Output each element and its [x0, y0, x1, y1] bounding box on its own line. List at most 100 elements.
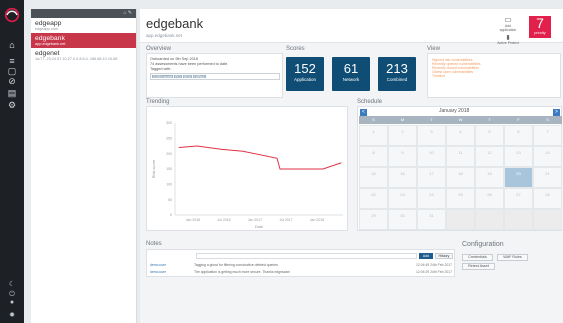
calendar-day-cell[interactable]: 10	[417, 146, 446, 167]
trend-point	[196, 145, 198, 147]
calendar-day-cell[interactable]: 17	[417, 167, 446, 188]
note-text: The application is getting much more sec…	[194, 270, 291, 274]
app-item-edgebank[interactable]: edgebank app.edgebank.net	[31, 33, 136, 48]
user-icon[interactable]: ●	[6, 299, 18, 307]
trending-chart: 0 50 100 150 200 250 300 Jan 2016 Jul 2016 Jan 20…	[151, 121, 343, 229]
app-item-edgenet[interactable]: edgenet 1a:77, 23.24.57.10.27.0.0.8.6.4,…	[31, 48, 136, 63]
combined-score: 213 Combined	[378, 57, 416, 91]
calendar-day-cell[interactable]: 26	[475, 188, 504, 209]
tag-chip[interactable]: SOX	[182, 75, 193, 79]
priority-label: priority	[534, 31, 546, 35]
retest-asset-button[interactable]: Retest Asset	[462, 263, 495, 270]
calendar-day-cell[interactable]: 27	[504, 188, 533, 209]
prev-month-button[interactable]: <	[360, 109, 367, 116]
calendar-day-cell[interactable]: 15	[359, 167, 388, 188]
calendar-day-cell[interactable]: 30	[388, 209, 417, 230]
page-header: edgebank app.edgebank.net ▭ Add applicat…	[140, 9, 563, 46]
calendar-day-cell[interactable]: 29	[359, 209, 388, 230]
application-list-toolbar: ⌂ ✎	[31, 9, 136, 18]
calendar-day-cell[interactable]: 8	[359, 146, 388, 167]
calendar-day-cell[interactable]: 28	[533, 188, 562, 209]
calendar-day-cell[interactable]: 21	[533, 167, 562, 188]
calendar-day-cell[interactable]: 4	[446, 125, 475, 146]
app-subtitle: edgeapp.com	[35, 27, 59, 31]
calendar-day-cell[interactable]: 19	[475, 167, 504, 188]
app-item-edgeapp[interactable]: edgeapp edgeapp.com	[31, 18, 136, 33]
note-user[interactable]: demo.user	[150, 263, 166, 267]
gear-icon[interactable]: ✹	[6, 312, 18, 320]
view-panel: Highest risk vulnerabilities Recently op…	[427, 53, 561, 98]
y-tick-label: 100	[166, 183, 172, 187]
chat-icon[interactable]: ▢	[6, 66, 18, 76]
y-tick-label: 250	[166, 137, 172, 141]
calendar-day-header: S	[359, 116, 388, 124]
home-icon[interactable]: ⌂	[6, 40, 18, 50]
calendar-day-cell[interactable]	[446, 209, 475, 230]
calendar-day-cell[interactable]: 25	[446, 188, 475, 209]
notes-input[interactable]	[196, 253, 417, 259]
power-icon[interactable]: ⏻	[6, 291, 18, 299]
note-row: demo.user Tagging a ghost for filtering …	[150, 263, 452, 269]
note-user[interactable]: demo.user	[150, 270, 166, 274]
add-note-button[interactable]: Add	[419, 253, 433, 259]
calendar-day-cell[interactable]: 18	[446, 167, 475, 188]
settings-icon[interactable]: ⚙	[6, 100, 18, 110]
calendar-day-cell[interactable]: 5	[475, 125, 504, 146]
calendar-day-cell[interactable]: 9	[388, 146, 417, 167]
priority-badge: 7 priority	[529, 16, 551, 38]
calendar-day-cell[interactable]: 22	[359, 188, 388, 209]
credentials-button[interactable]: Credentials	[462, 254, 493, 261]
application-score: 152 Application	[286, 57, 324, 91]
calendar-day-header: S	[533, 116, 562, 124]
moon-icon[interactable]: ☾	[6, 281, 18, 289]
calendar-day-cell[interactable]	[533, 209, 562, 230]
add-application-button[interactable]: ▭ Add application ▮ Active Protect	[497, 16, 519, 46]
ban-icon[interactable]: ⊘	[6, 76, 18, 86]
network-score: 61 Network	[332, 57, 370, 91]
calendar-day-cell[interactable]: 11	[446, 146, 475, 167]
dashboard-main: edgebank app.edgebank.net ▭ Add applicat…	[140, 9, 563, 323]
calendar-day-cell[interactable]: 14	[533, 146, 562, 167]
tag-chip[interactable]: HIPAA	[193, 75, 206, 79]
app-subtitle: app.edgebank.net	[35, 42, 66, 46]
score-value: 61	[343, 61, 359, 76]
trending-title: Trending	[146, 99, 170, 105]
report-icon[interactable]: ▤	[6, 88, 18, 98]
y-tick-label: 300	[166, 121, 172, 125]
x-tick-label: Jul 2017	[279, 218, 292, 222]
calendar-day-cell[interactable]: 23	[388, 188, 417, 209]
add-application-label: Add application	[499, 24, 517, 32]
tag-chip[interactable]: CVSS score	[152, 75, 174, 79]
configuration-title: Configuration	[462, 241, 504, 248]
tag-chip[interactable]: PCI	[174, 75, 182, 79]
waf-rules-button[interactable]: WAF Rules	[497, 254, 528, 261]
notes-panel: Add History demo.user Tagging a ghost fo…	[146, 249, 455, 277]
calendar-day-cell[interactable]: 2	[388, 125, 417, 146]
calendar-day-header: F	[504, 116, 533, 124]
toolbar-icons-text[interactable]: ⌂ ✎	[123, 10, 132, 16]
swirl-logo-icon[interactable]	[3, 6, 21, 24]
calendar-day-cell[interactable]: 24	[417, 188, 446, 209]
app-subtitle: 1a:77, 23.24.57.10.27.0.0.8.6.4, 186.88.…	[35, 57, 118, 61]
calendar-day-cell[interactable]: 20	[504, 167, 533, 188]
calendar-day-cell[interactable]	[504, 209, 533, 230]
calendar-day-cell[interactable]: 13	[504, 146, 533, 167]
x-tick-label: Jan 2017	[248, 218, 262, 222]
tags-input[interactable]: CVSS score PCI SOX HIPAA	[150, 73, 280, 80]
calendar-day-header: W	[446, 116, 475, 124]
app-name: edgeapp	[35, 20, 62, 27]
view-link[interactable]: Timeline	[432, 74, 556, 78]
calendar-day-cell[interactable]: 31	[417, 209, 446, 230]
trend-point	[242, 150, 244, 152]
calendar-day-cell[interactable]: 3	[417, 125, 446, 146]
calendar-day-cell[interactable]: 1	[359, 125, 388, 146]
calendar-day-cell[interactable]: 6	[504, 125, 533, 146]
list-icon[interactable]: ≡	[6, 56, 18, 66]
page-title: edgebank	[146, 16, 204, 31]
calendar-day-cell[interactable]: 12	[475, 146, 504, 167]
next-month-button[interactable]: >	[553, 109, 560, 116]
calendar-day-cell[interactable]: 16	[388, 167, 417, 188]
calendar-day-cell[interactable]	[475, 209, 504, 230]
calendar-day-cell[interactable]: 7	[533, 125, 562, 146]
history-button[interactable]: History	[435, 253, 453, 259]
